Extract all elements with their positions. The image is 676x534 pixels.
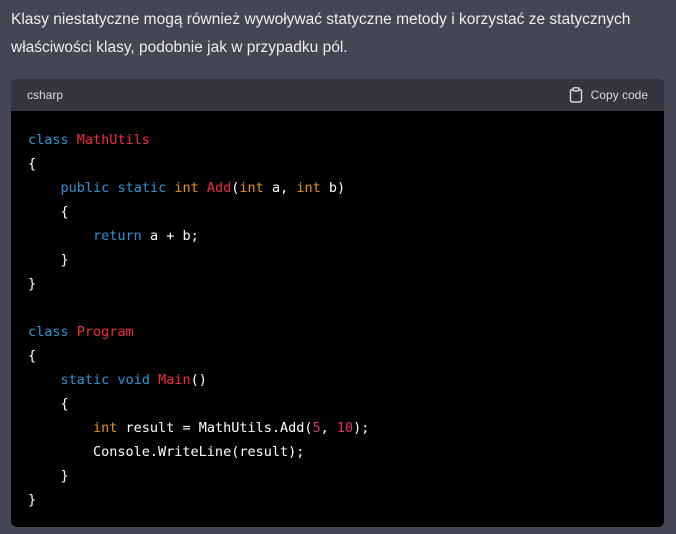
code-token: ()	[190, 372, 207, 388]
copy-code-label: Copy code	[590, 88, 648, 102]
code-content: class MathUtils { public static int Add(…	[11, 111, 664, 512]
code-token: class	[28, 132, 69, 148]
code-token: a,	[263, 180, 297, 196]
code-line: public static int Add(int a, int b)	[28, 180, 346, 196]
code-token: result = MathUtils.Add(	[117, 420, 313, 436]
code-line: {	[28, 204, 69, 220]
code-token: int	[239, 180, 264, 196]
code-token: {	[28, 396, 69, 412]
code-token: 5	[312, 420, 321, 436]
code-token: public	[60, 180, 110, 196]
code-token: return	[93, 228, 142, 244]
code-token: {	[28, 348, 37, 364]
code-token: static	[117, 180, 167, 196]
code-line: {	[28, 396, 69, 412]
code-line: {	[28, 156, 36, 172]
code-token: Program	[76, 324, 134, 340]
code-line: class MathUtils	[28, 132, 150, 148]
code-line: Console.WriteLine(result);	[28, 444, 304, 460]
code-token: int	[296, 180, 321, 196]
code-token: }	[28, 252, 69, 268]
code-token: 10	[336, 420, 354, 436]
code-token: void	[117, 372, 150, 388]
code-token: int	[174, 180, 199, 196]
code-token: ,	[320, 420, 337, 436]
code-line: }	[28, 276, 36, 292]
code-token: MathUtils	[76, 132, 150, 148]
code-token: }	[28, 492, 37, 508]
clipboard-icon	[569, 87, 583, 103]
code-token: Console.WriteLine(result);	[28, 444, 305, 460]
code-block: csharp Copy code class MathUtils { publi…	[11, 79, 664, 527]
code-token: {	[28, 204, 69, 220]
code-token: }	[28, 276, 37, 292]
code-token: int	[93, 420, 118, 436]
code-line: }	[28, 252, 69, 268]
code-line: int result = MathUtils.Add(5, 10);	[28, 420, 369, 436]
code-line: return a + b;	[28, 228, 199, 244]
code-token: static	[60, 372, 110, 388]
code-token: Main	[158, 372, 191, 388]
code-line: class Program	[28, 324, 134, 340]
copy-code-button[interactable]: Copy code	[569, 87, 648, 103]
code-language-label: csharp	[27, 88, 64, 102]
code-token: b)	[320, 180, 346, 196]
code-line: static void Main()	[28, 372, 207, 388]
code-token: a + b;	[141, 228, 199, 244]
code-line: }	[28, 468, 69, 484]
code-line: {	[28, 348, 36, 364]
code-token: );	[353, 420, 370, 436]
assistant-message-text: Klasy niestatyczne mogą również wywoływa…	[11, 11, 631, 56]
code-text: class MathUtils { public static int Add(…	[28, 132, 369, 508]
code-token: Add	[206, 180, 232, 196]
code-line: }	[28, 492, 36, 508]
code-token: class	[28, 324, 69, 340]
code-block-header: csharp Copy code	[11, 79, 664, 111]
code-token: {	[28, 156, 37, 172]
code-token: }	[28, 468, 69, 484]
